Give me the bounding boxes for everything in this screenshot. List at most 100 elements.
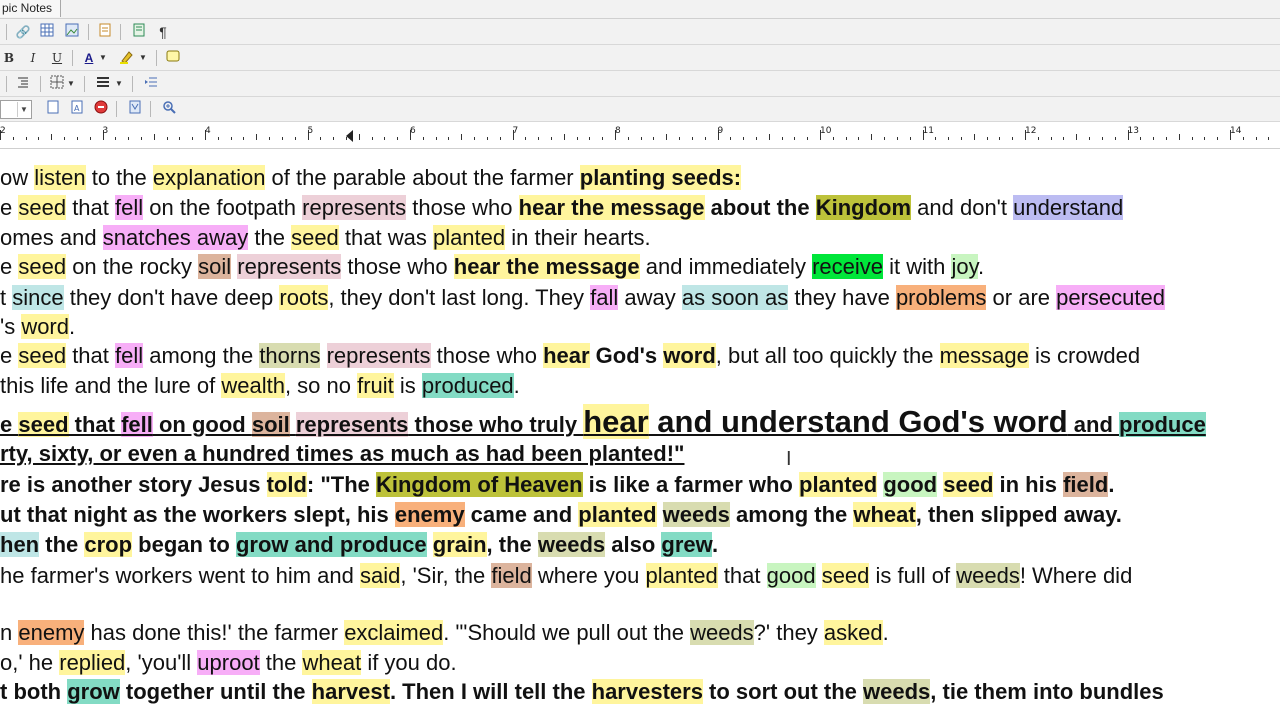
font-color-button[interactable]: A — [80, 49, 98, 67]
ruler-tick — [1165, 137, 1167, 140]
comment-icon[interactable] — [164, 49, 182, 67]
indent-icon[interactable] — [142, 75, 160, 93]
document-line[interactable]: ut that night as the workers slept, his … — [0, 501, 1122, 529]
text-run: if you do. — [361, 650, 457, 675]
document-line[interactable]: rty, sixty, or even a hundred times as m… — [0, 440, 684, 468]
document-line[interactable]: hen the crop began to grow and produce g… — [0, 531, 718, 559]
toolbar-separator — [156, 50, 157, 66]
align-icon[interactable] — [94, 75, 112, 93]
bookmark-icon[interactable] — [126, 100, 144, 118]
highlighted-text: word — [21, 314, 69, 339]
text-run: that was — [338, 225, 433, 250]
document-line[interactable]: t since they don't have deep roots, they… — [0, 284, 1165, 312]
ruler-number: 5 — [307, 126, 314, 136]
document-line[interactable]: o,' he replied, 'you'll uproot the wheat… — [0, 649, 457, 677]
chevron-down-icon[interactable]: ▼ — [138, 49, 148, 67]
page-text-icon[interactable]: A — [68, 100, 86, 118]
text-run: he farmer's workers went to him and — [0, 563, 361, 588]
text-run: those who — [430, 343, 544, 368]
ruler-tick — [192, 137, 194, 140]
ruler-tick — [474, 137, 476, 140]
style-select[interactable]: ▼ — [0, 100, 32, 119]
paragraph-style-icon[interactable] — [14, 75, 32, 93]
bold-button[interactable]: B — [0, 49, 18, 67]
image-icon[interactable] — [63, 23, 81, 41]
editor-chrome: pic Notes 🔗 ¶ B I U A ▼ ▼ ▼ ▼ ▼ A 2 3 4 … — [0, 0, 1280, 149]
document-line[interactable]: e seed on the rocky soil represents thos… — [0, 253, 984, 281]
ruler-tick — [371, 137, 373, 140]
underline-button[interactable]: U — [48, 49, 66, 67]
highlighted-text: grow — [67, 679, 120, 704]
ruler-tick — [986, 137, 988, 140]
document-line[interactable]: omes and snatches away the seed that was… — [0, 224, 651, 252]
text-run: is crowded — [1028, 343, 1141, 368]
hyperlink-icon[interactable]: 🔗 — [14, 23, 32, 41]
chevron-down-icon[interactable]: ▼ — [98, 49, 108, 67]
highlighted-text: roots — [279, 285, 329, 310]
ruler-tick — [807, 137, 809, 140]
text-run — [427, 532, 433, 557]
document-line[interactable]: re is another story Jesus told: "The Kin… — [0, 471, 1114, 499]
highlighted-text: soil — [251, 412, 290, 437]
highlighted-text: fruit — [357, 373, 394, 398]
highlighted-text: weeds — [863, 679, 931, 704]
document-tab[interactable]: pic Notes — [0, 0, 62, 17]
document-line[interactable]: e seed that fell on good soil represents… — [0, 404, 1206, 439]
highlighted-text: hear — [583, 404, 649, 439]
highlighted-text: hear the message — [518, 195, 705, 220]
chevron-down-icon[interactable]: ▼ — [66, 75, 76, 93]
document-line[interactable]: e seed that fell on the footpath represe… — [0, 194, 1124, 222]
text-run: ?' they — [753, 620, 824, 645]
document-line[interactable]: ow listen to the explanation of the para… — [0, 164, 742, 192]
ruler-tick — [217, 137, 219, 140]
ruler-tick — [128, 137, 130, 140]
highlighted-text: weeds — [690, 620, 754, 645]
note-icon[interactable] — [96, 23, 114, 41]
highlighted-text: seed — [943, 472, 994, 497]
document-line[interactable]: t both grow together until the harvest. … — [0, 678, 1164, 706]
horizontal-ruler[interactable]: 2 3 4 5 6 7 8 9 10 11 12 13 14 — [0, 122, 1280, 149]
text-run: those who — [406, 195, 519, 220]
highlighted-text: crop — [84, 532, 133, 557]
ruler-tick — [730, 137, 732, 140]
chevron-down-icon[interactable]: ▼ — [114, 75, 124, 93]
highlighted-text: weeds — [537, 532, 606, 557]
document-line[interactable]: 's word. — [0, 313, 75, 341]
ruler-tick — [576, 137, 578, 140]
highlighted-text: as soon as — [681, 285, 789, 310]
ruler-number: 12 — [1025, 126, 1037, 136]
text-run: e — [0, 412, 19, 437]
text-run: . Then I will tell the — [389, 679, 592, 704]
highlighted-text: hear — [543, 343, 590, 368]
highlighted-text: planted — [432, 225, 506, 250]
italic-button[interactable]: I — [24, 49, 42, 67]
toolbar-separator — [6, 24, 7, 40]
ruler-number: 4 — [205, 126, 211, 136]
document-line[interactable]: n enemy has done this!' the farmer excla… — [0, 619, 889, 647]
page-layout-icon[interactable] — [130, 23, 148, 41]
ruler-tick — [1242, 137, 1244, 140]
ruler-tick — [64, 137, 66, 140]
new-page-icon[interactable] — [44, 100, 62, 118]
highlighted-text: joy — [951, 254, 978, 279]
formatting-marks-icon[interactable]: ¶ — [154, 23, 172, 41]
text-run: that — [68, 412, 122, 437]
highlighted-text: seed — [291, 225, 339, 250]
highlighted-text: fall — [590, 285, 619, 310]
document-line[interactable]: he farmer's workers went to him and said… — [0, 562, 1132, 590]
indent-marker-icon[interactable] — [346, 130, 353, 142]
document-body[interactable]: ow listen to the explanation of the para… — [0, 150, 1280, 720]
ruler-tick — [281, 137, 283, 140]
zoom-icon[interactable] — [160, 100, 178, 118]
text-run: about the — [704, 195, 816, 220]
highlighted-text: thorns — [259, 343, 321, 368]
borders-icon[interactable] — [48, 75, 66, 93]
document-line[interactable]: e seed that fell among the thorns repres… — [0, 342, 1140, 370]
stop-icon[interactable] — [92, 100, 110, 118]
document-line[interactable]: this life and the lure of wealth, so no … — [0, 372, 520, 400]
ruler-tick — [832, 137, 834, 140]
highlight-color-icon[interactable] — [118, 49, 136, 67]
ruler-tick — [1050, 137, 1052, 140]
text-run: , so no — [284, 373, 358, 398]
table-icon[interactable] — [38, 23, 56, 41]
